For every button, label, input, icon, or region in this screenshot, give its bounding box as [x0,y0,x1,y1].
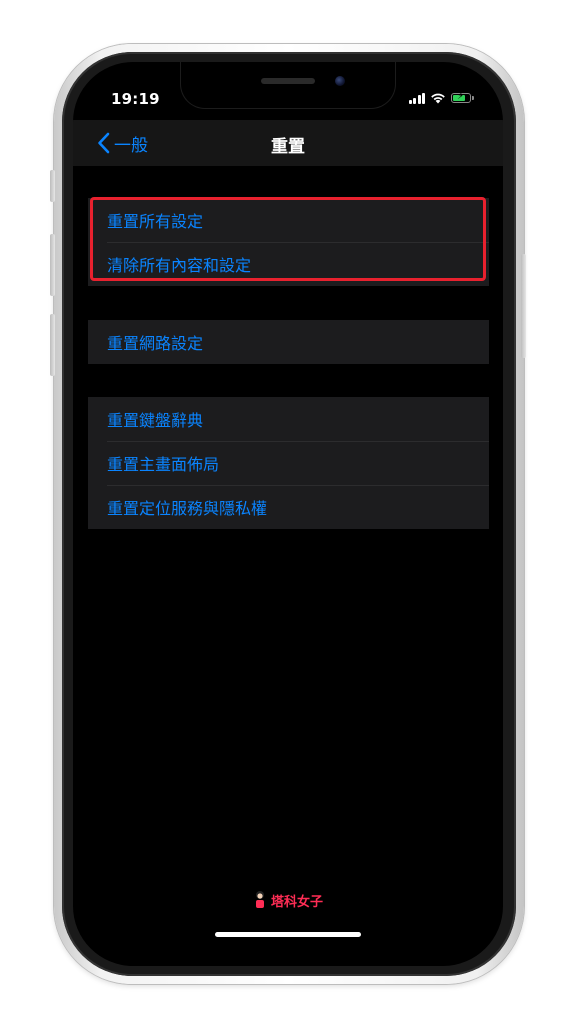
watermark: 塔科女子 [73,890,503,910]
erase-all-content-row[interactable]: 清除所有內容和設定 [88,242,489,286]
screen: 19:19 ⚡ 一般 重置 重置所有設定 清除所有內容和設定 重置網路設定 重置… [73,62,503,966]
watermark-text: 塔科女子 [270,894,323,910]
volume-up-button [50,234,55,296]
reset-group-network: 重置網路設定 [88,320,489,364]
row-label: 重置所有設定 [107,212,204,231]
reset-group-primary: 重置所有設定 清除所有內容和設定 [88,198,489,286]
row-label: 重置網路設定 [107,334,204,353]
row-label: 重置定位服務與隱私權 [107,499,268,518]
earpiece-speaker [261,78,315,84]
row-label: 重置鍵盤辭典 [107,411,204,430]
reset-home-screen-layout-row[interactable]: 重置主畫面佈局 [88,441,489,485]
home-indicator[interactable] [215,932,361,937]
side-button [521,254,526,358]
notch [181,62,395,108]
status-icons: ⚡ [408,90,474,106]
status-time: 19:19 [111,90,160,108]
reset-group-other: 重置鍵盤辭典 重置主畫面佈局 重置定位服務與隱私權 [88,397,489,529]
mute-switch [50,170,55,202]
volume-down-button [50,314,55,376]
reset-all-settings-row[interactable]: 重置所有設定 [88,198,489,242]
wifi-icon [431,93,445,104]
row-label: 清除所有內容和設定 [107,256,252,275]
battery-charging-icon: ⚡ [451,91,474,103]
reset-keyboard-dictionary-row[interactable]: 重置鍵盤辭典 [88,397,489,441]
reset-location-privacy-row[interactable]: 重置定位服務與隱私權 [88,485,489,529]
front-camera [335,76,345,86]
device-mockup: 19:19 ⚡ 一般 重置 重置所有設定 清除所有內容和設定 重置網路設定 重置… [0,0,576,1024]
row-label: 重置主畫面佈局 [107,455,220,474]
navigation-bar: 一般 重置 [73,120,503,166]
reset-network-settings-row[interactable]: 重置網路設定 [88,320,489,364]
page-title: 重置 [271,137,305,157]
cellular-signal-icon [408,92,425,104]
watermark-logo [255,891,264,908]
